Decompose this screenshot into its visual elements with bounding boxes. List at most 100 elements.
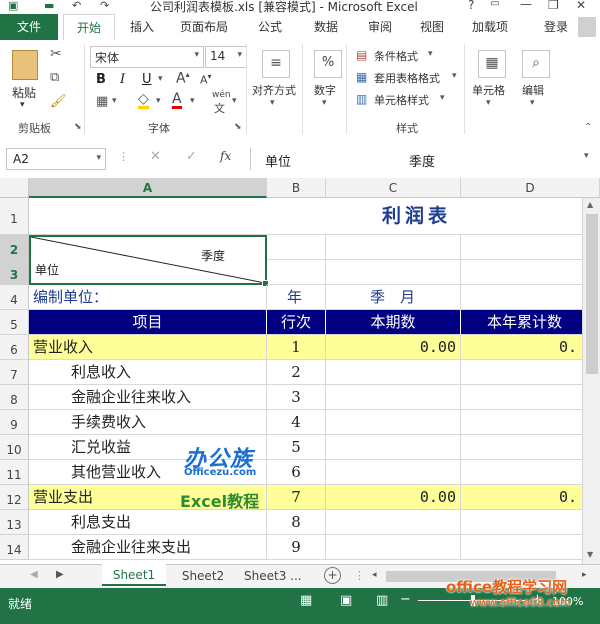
tab-addins[interactable]: 加载项 [464, 14, 516, 40]
cell-a1[interactable] [29, 198, 267, 235]
sheet-tab-1[interactable]: Sheet1 [102, 564, 166, 586]
row-header-5[interactable]: 5 [0, 310, 29, 335]
select-all-button[interactable] [0, 178, 29, 198]
cell-b14[interactable]: 9 [267, 535, 326, 560]
bold-button[interactable]: B [96, 72, 106, 87]
tab-formulas[interactable]: 公式 [250, 14, 290, 40]
cell-c6[interactable]: 0.00 [326, 335, 461, 360]
cell-c11[interactable] [326, 460, 461, 485]
vertical-scrollbar[interactable]: ▲ ▼ [582, 198, 600, 564]
tab-home[interactable]: 开始 [63, 14, 115, 40]
cell-d6[interactable]: 0. [461, 335, 600, 360]
cell-d7[interactable] [461, 360, 600, 385]
font-launcher-icon[interactable]: ⬊ [234, 122, 242, 132]
tab-review[interactable]: 审阅 [360, 14, 400, 40]
row-header-11[interactable]: 11 [0, 460, 29, 485]
cell-c7[interactable] [326, 360, 461, 385]
font-name-select[interactable]: 宋体 ▾ [90, 46, 204, 68]
column-header-d[interactable]: D [461, 178, 600, 198]
cell-d9[interactable] [461, 410, 600, 435]
scroll-up-icon[interactable]: ▲ [587, 200, 593, 209]
cell-b1[interactable] [267, 198, 326, 235]
cell-d14[interactable] [461, 535, 600, 560]
tab-file[interactable]: 文件 [0, 14, 58, 40]
cells-button-label[interactable]: 单元格 [472, 82, 505, 98]
align-icon[interactable]: ≡ [262, 50, 290, 78]
save-icon[interactable]: ▬ [44, 0, 54, 12]
cell-d4[interactable] [461, 285, 600, 310]
row-header-6[interactable]: 6 [0, 335, 29, 360]
row-header-10[interactable]: 10 [0, 435, 29, 460]
enter-icon[interactable]: ✓ [186, 149, 197, 164]
redo-icon[interactable]: ↷ [100, 0, 109, 12]
format-painter-icon[interactable]: 🖌 [50, 94, 67, 109]
restore-button[interactable]: ❐ [548, 0, 559, 12]
chevron-down-icon[interactable]: ▾ [428, 49, 433, 59]
scroll-right-icon[interactable]: ▸ [582, 570, 587, 580]
row-header-8[interactable]: 8 [0, 385, 29, 410]
percent-icon[interactable]: % [314, 50, 342, 78]
cell-a4[interactable]: 编制单位： [29, 285, 267, 310]
cell-d2[interactable] [461, 235, 600, 260]
editing-button-label[interactable]: 编辑 [522, 82, 544, 98]
font-color-icon[interactable]: A [172, 92, 182, 109]
fill-color-icon[interactable]: ◇ [138, 92, 149, 109]
collapse-ribbon-icon[interactable]: ⌃ [584, 122, 592, 133]
cell-d3[interactable] [461, 260, 600, 285]
row-header-4[interactable]: 4 [0, 285, 29, 310]
cell-c10[interactable] [326, 435, 461, 460]
cell-a6[interactable]: 营业收入 [29, 335, 267, 360]
tab-view[interactable]: 视图 [412, 14, 452, 40]
cell-c3[interactable] [326, 260, 461, 285]
cell-b11[interactable]: 6 [267, 460, 326, 485]
chevron-down-icon[interactable]: ▾ [322, 98, 327, 108]
column-header-b[interactable]: B [267, 178, 326, 198]
paste-dropdown-icon[interactable]: ▾ [20, 100, 25, 110]
cell-d10[interactable] [461, 435, 600, 460]
underline-button[interactable]: U [142, 72, 152, 87]
page-break-view-icon[interactable]: ▥ [376, 593, 388, 608]
expand-formula-icon[interactable]: ▾ [584, 151, 589, 161]
cell-a7[interactable]: 利息收入 [29, 360, 267, 385]
cell-b10[interactable]: 5 [267, 435, 326, 460]
header-current-period[interactable]: 本期数 [326, 310, 461, 335]
cell-c13[interactable] [326, 510, 461, 535]
cell-b9[interactable]: 4 [267, 410, 326, 435]
conditional-format-button[interactable]: 条件格式 [374, 48, 418, 64]
paste-icon[interactable] [12, 50, 38, 80]
header-row-number[interactable]: 行次 [267, 310, 326, 335]
cell-b6[interactable]: 1 [267, 335, 326, 360]
increase-font-icon[interactable]: A▴ [176, 70, 190, 87]
chevron-down-icon[interactable]: ▾ [270, 98, 275, 108]
row-header-12[interactable]: 12 [0, 485, 29, 510]
sheet-title[interactable]: 利润表 [326, 198, 600, 235]
cell-b3[interactable] [267, 260, 326, 285]
border-icon[interactable]: ▦ [96, 94, 108, 109]
row-header-14[interactable]: 14 [0, 535, 29, 560]
row-header-7[interactable]: 7 [0, 360, 29, 385]
sheet-tab-3[interactable]: Sheet3 ... [244, 565, 316, 587]
name-box[interactable]: A2 ▾ [6, 148, 106, 170]
cell-a14[interactable]: 金融企业往来支出 [29, 535, 267, 560]
paste-button-label[interactable]: 粘贴 [12, 84, 36, 101]
cell-c9[interactable] [326, 410, 461, 435]
header-item[interactable]: 项目 [29, 310, 267, 335]
prev-sheet-icon[interactable]: ◀ [30, 569, 38, 580]
cell-b12[interactable]: 7 [267, 485, 326, 510]
cell-c2[interactable] [326, 235, 461, 260]
font-size-select[interactable]: 14 ▾ [205, 46, 247, 68]
cell-b7[interactable]: 2 [267, 360, 326, 385]
phonetic-guide-icon[interactable]: wén [212, 90, 231, 100]
cell-a8[interactable]: 金融企业往来收入 [29, 385, 267, 410]
sign-in-link[interactable]: 登录 [538, 14, 574, 40]
tab-page-layout[interactable]: 页面布局 [172, 14, 236, 40]
formula-input[interactable]: 单位 季度 [250, 148, 581, 170]
normal-view-icon[interactable]: ▦ [300, 593, 312, 608]
row-header-1[interactable]: 1 [0, 198, 29, 235]
cell-c14[interactable] [326, 535, 461, 560]
italic-button[interactable]: I [120, 72, 125, 87]
row-header-13[interactable]: 13 [0, 510, 29, 535]
chevron-down-icon[interactable]: ▾ [156, 96, 161, 106]
column-header-a[interactable]: A [29, 178, 267, 198]
chevron-down-icon[interactable]: ▾ [190, 96, 195, 106]
